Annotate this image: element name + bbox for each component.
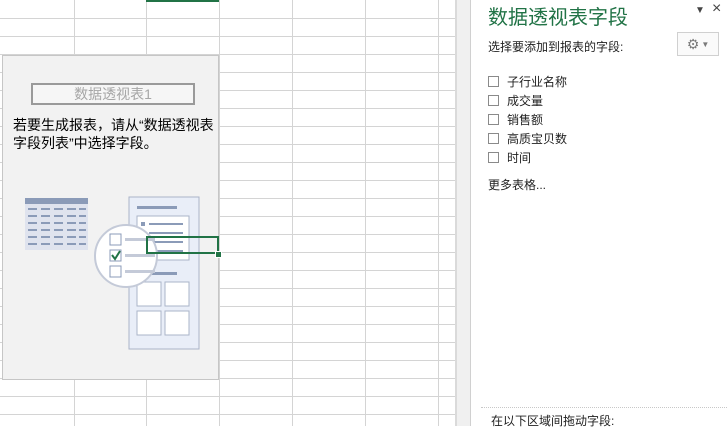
field-item[interactable]: 子行业名称 bbox=[488, 72, 567, 91]
row-gridline bbox=[0, 18, 455, 19]
fill-handle[interactable] bbox=[215, 251, 222, 258]
pivot-table-name: 数据透视表1 bbox=[31, 83, 195, 105]
row-gridline bbox=[0, 396, 455, 397]
drag-areas-label: 在以下区域间拖动字段: bbox=[491, 414, 615, 428]
column-gridline bbox=[365, 0, 366, 426]
active-cell[interactable] bbox=[146, 236, 219, 254]
field-item[interactable]: 时间 bbox=[488, 148, 567, 167]
vertical-scrollbar[interactable] bbox=[457, 0, 471, 426]
selected-column-indicator bbox=[146, 0, 219, 2]
column-gridline bbox=[438, 0, 439, 426]
field-label: 销售额 bbox=[507, 113, 544, 127]
chevron-down-icon[interactable]: ▼ bbox=[695, 5, 705, 16]
pivot-hint-text: 若要生成报表，请从“数据透视表字段列表”中选择字段。 bbox=[13, 117, 214, 151]
checkbox-magnifier-graphic bbox=[94, 224, 158, 288]
source-table-graphic bbox=[25, 198, 88, 250]
pivot-field-list-pane: 数据透视表字段 ▼ × 选择要添加到报表的字段: ⚙ ▼ 子行业名称 成交量 销售… bbox=[471, 0, 727, 428]
pane-title: 数据透视表字段 bbox=[488, 7, 628, 29]
column-gridline bbox=[292, 0, 293, 426]
field-item[interactable]: 高质宝贝数 bbox=[488, 129, 567, 148]
field-checkbox[interactable] bbox=[488, 152, 499, 163]
worksheet-grid[interactable]: 数据透视表1 若要生成报表，请从“数据透视表字段列表”中选择字段。 bbox=[0, 0, 455, 426]
field-checkbox[interactable] bbox=[488, 95, 499, 106]
pivot-table-placeholder[interactable]: 数据透视表1 若要生成报表，请从“数据透视表字段列表”中选择字段。 bbox=[2, 55, 219, 380]
row-gridline bbox=[0, 36, 455, 37]
field-label: 成交量 bbox=[507, 94, 544, 108]
areas-divider bbox=[481, 407, 727, 408]
more-tables-link[interactable]: 更多表格... bbox=[488, 176, 546, 193]
field-label: 时间 bbox=[507, 151, 532, 165]
column-gridline bbox=[219, 0, 220, 426]
field-checkbox[interactable] bbox=[488, 76, 499, 87]
field-checkbox[interactable] bbox=[488, 114, 499, 125]
field-label: 子行业名称 bbox=[507, 75, 568, 89]
pane-subtitle: 选择要添加到报表的字段: bbox=[488, 40, 624, 54]
tools-button[interactable]: ⚙ ▼ bbox=[677, 32, 719, 56]
field-checkbox[interactable] bbox=[488, 133, 499, 144]
row-gridline bbox=[0, 414, 455, 415]
field-item[interactable]: 销售额 bbox=[488, 110, 567, 129]
field-label: 高质宝贝数 bbox=[507, 132, 568, 146]
tools-dropdown-icon: ▼ bbox=[701, 40, 710, 50]
gear-icon: ⚙ bbox=[686, 36, 700, 52]
field-item[interactable]: 成交量 bbox=[488, 91, 567, 110]
field-list: 子行业名称 成交量 销售额 高质宝贝数 时间 bbox=[488, 72, 567, 167]
close-icon[interactable]: × bbox=[712, 0, 721, 18]
pivot-illustration bbox=[25, 196, 200, 350]
